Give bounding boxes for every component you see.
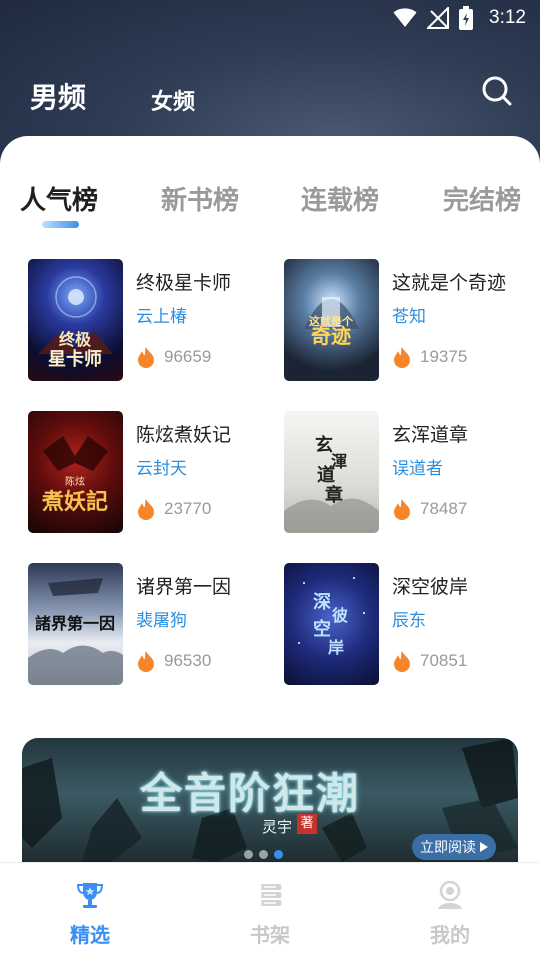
- book-title: 终极星卡师: [136, 272, 232, 294]
- battery-charging-icon: [459, 6, 474, 30]
- rank-tabs: 人气榜 新书榜 连载榜 完结榜: [0, 180, 540, 230]
- book-cover[interactable]: 深 彼 空 岸: [284, 563, 379, 685]
- book-author: 裴屠狗: [136, 611, 187, 631]
- heat-value: 96530: [164, 651, 212, 670]
- svg-text:道: 道: [317, 464, 335, 486]
- banner-title: 全音阶狂潮: [140, 769, 361, 818]
- read-now-label: 立即阅读: [420, 840, 476, 856]
- book-item[interactable]: 諸界第一因 诸界第一因 裴屠狗 96530: [28, 563, 268, 688]
- book-title: 深空彼岸: [392, 576, 469, 598]
- nav-bookshelf-label: 书架: [250, 923, 290, 947]
- play-arrow-icon: [480, 842, 488, 852]
- flame-icon: [394, 651, 410, 672]
- book-heat: 78487: [392, 497, 467, 521]
- banner-author-tag: 著: [297, 814, 317, 834]
- flame-icon: [394, 499, 410, 520]
- heat-value: 78487: [420, 499, 468, 518]
- book-heat: 23770: [136, 497, 211, 521]
- book-item[interactable]: 这就是个 奇迹 这就是个奇迹 苍知 19375: [284, 259, 524, 384]
- pager-dot[interactable]: [259, 850, 268, 859]
- book-cover[interactable]: 陈炫 煮妖記: [28, 411, 123, 533]
- book-cover[interactable]: 玄 渾 道 章: [284, 411, 379, 533]
- read-now-button[interactable]: 立即阅读: [412, 834, 496, 860]
- svg-text:彼: 彼: [332, 606, 348, 625]
- book-cover[interactable]: 这就是个 奇迹: [284, 259, 379, 381]
- book-item[interactable]: 终极 星卡师 终极星卡师 云上椿 96659: [28, 259, 268, 384]
- book-author: 苍知: [392, 307, 426, 327]
- book-title: 诸界第一因: [136, 576, 232, 598]
- tab-serial[interactable]: 连载榜: [301, 180, 379, 217]
- svg-text:终极: 终极: [59, 330, 92, 349]
- bookshelf-icon: [260, 884, 282, 906]
- nav-featured-label: 精选: [70, 923, 110, 947]
- banner-pager: [244, 850, 283, 859]
- svg-text:章: 章: [325, 484, 343, 506]
- flame-icon: [138, 499, 154, 520]
- tab-female[interactable]: 女频: [151, 84, 195, 116]
- book-title: 玄浑道章: [392, 424, 469, 446]
- nav-bookshelf[interactable]: 书架: [210, 863, 330, 960]
- book-title: 这就是个奇迹: [392, 272, 507, 294]
- nav-profile[interactable]: 我的: [390, 863, 510, 960]
- flame-icon: [138, 347, 154, 368]
- book-heat: 96659: [136, 345, 211, 369]
- heat-value: 23770: [164, 499, 212, 518]
- svg-text:深: 深: [313, 591, 331, 613]
- svg-text:陈炫: 陈炫: [65, 475, 85, 488]
- tab-new[interactable]: 新书榜: [161, 180, 239, 217]
- svg-text:岸: 岸: [328, 638, 344, 657]
- svg-text:奇迹: 奇迹: [311, 324, 351, 348]
- book-author: 云封天: [136, 459, 187, 479]
- book-author: 误道者: [392, 459, 443, 479]
- bottom-nav: 精选 书架 我的: [0, 862, 540, 960]
- heat-value: 96659: [164, 347, 212, 366]
- pager-dot[interactable]: [244, 850, 253, 859]
- banner-author: 灵宇: [262, 818, 293, 836]
- book-item[interactable]: 陈炫 煮妖記 陈炫煮妖记 云封天 23770: [28, 411, 268, 536]
- tab-male[interactable]: 男频: [30, 76, 86, 116]
- svg-text:星卡师: 星卡师: [48, 348, 102, 370]
- book-heat: 70851: [392, 649, 467, 673]
- pager-dot-active[interactable]: [274, 850, 283, 859]
- tab-finished[interactable]: 完结榜: [443, 180, 521, 217]
- nav-featured[interactable]: 精选: [30, 863, 150, 960]
- flame-icon: [138, 651, 154, 672]
- book-cover[interactable]: 终极 星卡师: [28, 259, 123, 381]
- book-heat: 96530: [136, 649, 211, 673]
- nav-profile-label: 我的: [430, 923, 470, 947]
- book-cover[interactable]: 諸界第一因: [28, 563, 123, 685]
- svg-text:空: 空: [313, 618, 331, 640]
- heat-value: 19375: [420, 347, 468, 366]
- header: 男频 女频: [0, 60, 540, 130]
- status-bar: 3:12: [0, 0, 540, 36]
- no-signal-icon: [427, 7, 450, 29]
- wifi-icon: [393, 8, 417, 27]
- profile-icon: [438, 880, 462, 909]
- tab-popular[interactable]: 人气榜: [20, 180, 98, 217]
- book-heat: 19375: [392, 345, 467, 369]
- flame-icon: [394, 347, 410, 368]
- book-item[interactable]: 深 彼 空 岸 深空彼岸 辰东 70851: [284, 563, 524, 688]
- book-author: 云上椿: [136, 307, 187, 327]
- svg-text:煮妖記: 煮妖記: [41, 489, 108, 515]
- tab-indicator: [42, 221, 79, 228]
- search-icon: [482, 76, 512, 106]
- promo-banner[interactable]: 全音阶狂潮 灵宇 著 立即阅读: [22, 738, 518, 862]
- book-title: 陈炫煮妖记: [136, 424, 232, 446]
- clock: 3:12: [489, 7, 526, 28]
- book-author: 辰东: [392, 611, 426, 631]
- heat-value: 70851: [420, 651, 468, 670]
- search-button[interactable]: [480, 74, 514, 108]
- svg-text:諸界第一因: 諸界第一因: [35, 614, 115, 633]
- trophy-icon: [76, 883, 104, 908]
- book-item[interactable]: 玄 渾 道 章 玄浑道章 误道者 78487: [284, 411, 524, 536]
